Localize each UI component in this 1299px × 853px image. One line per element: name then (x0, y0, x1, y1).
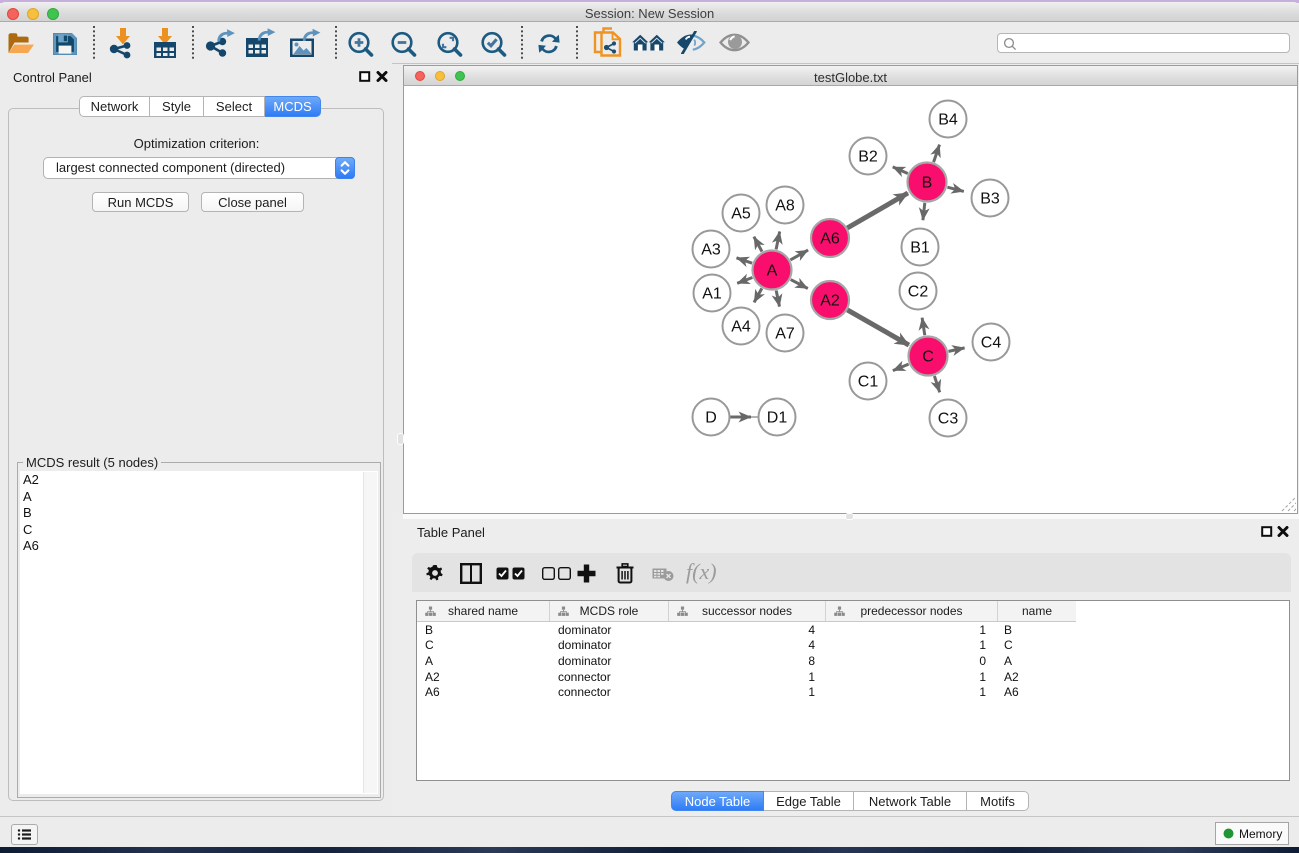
svg-text:A2: A2 (820, 293, 840, 310)
svg-text:A4: A4 (731, 319, 751, 336)
svg-text:A1: A1 (702, 286, 722, 303)
svg-text:A3: A3 (701, 242, 721, 259)
svg-text:C2: C2 (908, 284, 929, 301)
svg-text:C1: C1 (858, 374, 879, 391)
svg-text:B4: B4 (938, 112, 958, 129)
svg-text:A: A (767, 263, 778, 280)
svg-text:B3: B3 (980, 191, 1000, 208)
svg-text:A6: A6 (820, 231, 840, 248)
svg-text:B: B (922, 175, 933, 192)
svg-text:C3: C3 (938, 411, 959, 428)
svg-text:A7: A7 (775, 326, 795, 343)
svg-text:C: C (922, 349, 934, 366)
svg-text:D1: D1 (767, 410, 788, 427)
svg-text:C4: C4 (981, 335, 1002, 352)
svg-text:B1: B1 (910, 240, 930, 257)
svg-text:A8: A8 (775, 198, 795, 215)
svg-text:D: D (705, 410, 717, 427)
svg-text:B2: B2 (858, 149, 878, 166)
svg-text:A5: A5 (731, 206, 751, 223)
